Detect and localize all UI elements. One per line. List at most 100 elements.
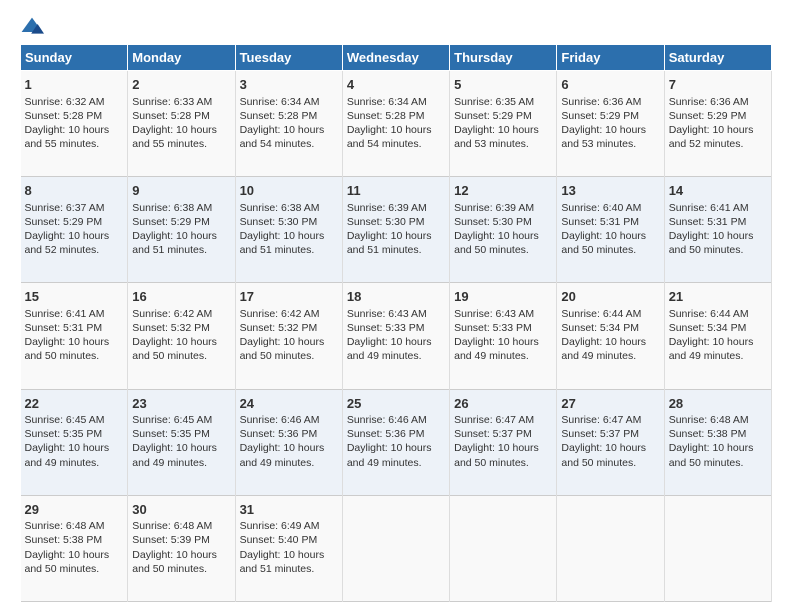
day-number: 13 [561, 182, 659, 200]
sunset-label: Sunset: 5:30 PM [347, 216, 425, 228]
daylight-label: Daylight: 10 hours and 50 minutes. [454, 230, 539, 256]
day-header-friday: Friday [557, 45, 664, 71]
day-cell-17: 17Sunrise: 6:42 AMSunset: 5:32 PMDayligh… [235, 283, 342, 389]
sunset-label: Sunset: 5:34 PM [561, 322, 639, 334]
daylight-label: Daylight: 10 hours and 53 minutes. [454, 124, 539, 150]
day-cell-11: 11Sunrise: 6:39 AMSunset: 5:30 PMDayligh… [342, 177, 449, 283]
daylight-label: Daylight: 10 hours and 52 minutes. [25, 230, 110, 256]
daylight-label: Daylight: 10 hours and 50 minutes. [132, 336, 217, 362]
week-row-4: 22Sunrise: 6:45 AMSunset: 5:35 PMDayligh… [21, 389, 772, 495]
sunrise-label: Sunrise: 6:48 AM [669, 414, 749, 426]
day-cell-23: 23Sunrise: 6:45 AMSunset: 5:35 PMDayligh… [128, 389, 235, 495]
sunset-label: Sunset: 5:32 PM [240, 322, 318, 334]
daylight-label: Daylight: 10 hours and 51 minutes. [240, 549, 325, 575]
day-cell-30: 30Sunrise: 6:48 AMSunset: 5:39 PMDayligh… [128, 495, 235, 601]
sunrise-label: Sunrise: 6:36 AM [561, 96, 641, 108]
sunrise-label: Sunrise: 6:40 AM [561, 202, 641, 214]
sunrise-label: Sunrise: 6:33 AM [132, 96, 212, 108]
sunrise-label: Sunrise: 6:39 AM [347, 202, 427, 214]
daylight-label: Daylight: 10 hours and 55 minutes. [132, 124, 217, 150]
day-number: 27 [561, 395, 659, 413]
sunrise-label: Sunrise: 6:38 AM [240, 202, 320, 214]
daylight-label: Daylight: 10 hours and 51 minutes. [132, 230, 217, 256]
sunset-label: Sunset: 5:32 PM [132, 322, 210, 334]
empty-cell [342, 495, 449, 601]
daylight-label: Daylight: 10 hours and 50 minutes. [561, 442, 646, 468]
day-cell-31: 31Sunrise: 6:49 AMSunset: 5:40 PMDayligh… [235, 495, 342, 601]
sunset-label: Sunset: 5:34 PM [669, 322, 747, 334]
day-cell-21: 21 Sunrise: 6:44 AM Sunset: 5:34 PM Dayligh… [664, 283, 771, 389]
day-number: 14 [669, 182, 767, 200]
sunset-label: Sunset: 5:36 PM [240, 428, 318, 440]
sunrise-label: Sunrise: 6:35 AM [454, 96, 534, 108]
sunset-label: Sunset: 5:38 PM [669, 428, 747, 440]
day-number: 15 [25, 288, 124, 306]
day-number: 23 [132, 395, 230, 413]
sunrise-label: Sunrise: 6:46 AM [347, 414, 427, 426]
sunrise-label: Sunrise: 6:43 AM [347, 308, 427, 320]
daylight-label: Daylight: 10 hours and 50 minutes. [454, 442, 539, 468]
daylight-label: Daylight: 10 hours and 50 minutes. [669, 442, 754, 468]
daylight-label: Daylight: 10 hours and 52 minutes. [669, 124, 754, 150]
daylight-label: Daylight: 10 hours and 49 minutes. [25, 442, 110, 468]
sunrise-label: Sunrise: 6:48 AM [132, 520, 212, 532]
day-cell-27: 27Sunrise: 6:47 AMSunset: 5:37 PMDayligh… [557, 389, 664, 495]
day-cell-3: 3Sunrise: 6:34 AMSunset: 5:28 PMDaylight… [235, 71, 342, 177]
day-number: 4 [347, 76, 445, 94]
sunrise-label: Sunrise: 6:46 AM [240, 414, 320, 426]
day-number: 25 [347, 395, 445, 413]
empty-cell [557, 495, 664, 601]
day-cell-22: 22Sunrise: 6:45 AMSunset: 5:35 PMDayligh… [21, 389, 128, 495]
sunset-label: Sunset: 5:28 PM [25, 110, 103, 122]
day-cell-5: 5Sunrise: 6:35 AMSunset: 5:29 PMDaylight… [450, 71, 557, 177]
sunrise-label: Sunrise: 6:42 AM [240, 308, 320, 320]
week-row-5: 29Sunrise: 6:48 AMSunset: 5:38 PMDayligh… [21, 495, 772, 601]
header [20, 16, 772, 36]
sunrise-label: Sunrise: 6:34 AM [347, 96, 427, 108]
day-number: 22 [25, 395, 124, 413]
day-number: 21 [669, 288, 767, 306]
sunset-label: Sunset: 5:28 PM [240, 110, 318, 122]
sunrise-label: Sunrise: 6:38 AM [132, 202, 212, 214]
day-cell-26: 26Sunrise: 6:47 AMSunset: 5:37 PMDayligh… [450, 389, 557, 495]
sunrise-label: Sunrise: 6:43 AM [454, 308, 534, 320]
daylight-label: Daylight: 10 hours and 54 minutes. [240, 124, 325, 150]
sunrise-label: Sunrise: 6:44 AM [669, 308, 749, 320]
daylight-label: Daylight: 10 hours and 49 minutes. [561, 336, 646, 362]
day-cell-29: 29Sunrise: 6:48 AMSunset: 5:38 PMDayligh… [21, 495, 128, 601]
day-cell-13: 13Sunrise: 6:40 AMSunset: 5:31 PMDayligh… [557, 177, 664, 283]
day-number: 18 [347, 288, 445, 306]
day-header-wednesday: Wednesday [342, 45, 449, 71]
day-number: 9 [132, 182, 230, 200]
sunrise-label: Sunrise: 6:42 AM [132, 308, 212, 320]
daylight-label: Daylight: 10 hours and 49 minutes. [669, 336, 754, 362]
daylight-label: Daylight: 10 hours and 50 minutes. [669, 230, 754, 256]
calendar-header: SundayMondayTuesdayWednesdayThursdayFrid… [21, 45, 772, 71]
daylight-label: Daylight: 10 hours and 50 minutes. [25, 549, 110, 575]
daylight-label: Daylight: 10 hours and 53 minutes. [561, 124, 646, 150]
daylight-label: Daylight: 10 hours and 49 minutes. [347, 336, 432, 362]
daylight-label: Daylight: 10 hours and 51 minutes. [347, 230, 432, 256]
sunset-label: Sunset: 5:29 PM [454, 110, 532, 122]
daylight-label: Daylight: 10 hours and 54 minutes. [347, 124, 432, 150]
sunset-label: Sunset: 5:33 PM [454, 322, 532, 334]
day-number: 10 [240, 182, 338, 200]
sunrise-label: Sunrise: 6:45 AM [25, 414, 105, 426]
sunrise-label: Sunrise: 6:48 AM [25, 520, 105, 532]
sunset-label: Sunset: 5:31 PM [25, 322, 103, 334]
daylight-label: Daylight: 10 hours and 50 minutes. [240, 336, 325, 362]
day-cell-2: 2Sunrise: 6:33 AMSunset: 5:28 PMDaylight… [128, 71, 235, 177]
daylight-label: Daylight: 10 hours and 51 minutes. [240, 230, 325, 256]
day-number: 8 [25, 182, 124, 200]
sunrise-label: Sunrise: 6:45 AM [132, 414, 212, 426]
sunrise-label: Sunrise: 6:49 AM [240, 520, 320, 532]
day-cell-1: 1Sunrise: 6:32 AMSunset: 5:28 PMDaylight… [21, 71, 128, 177]
day-cell-4: 4Sunrise: 6:34 AMSunset: 5:28 PMDaylight… [342, 71, 449, 177]
day-cell-6: 6Sunrise: 6:36 AMSunset: 5:29 PMDaylight… [557, 71, 664, 177]
sunset-label: Sunset: 5:30 PM [454, 216, 532, 228]
calendar-table: SundayMondayTuesdayWednesdayThursdayFrid… [20, 44, 772, 602]
day-cell-7: 7Sunrise: 6:36 AMSunset: 5:29 PMDaylight… [664, 71, 771, 177]
sunset-label: Sunset: 5:33 PM [347, 322, 425, 334]
week-row-1: 1Sunrise: 6:32 AMSunset: 5:28 PMDaylight… [21, 71, 772, 177]
sunset-label: Sunset: 5:29 PM [669, 110, 747, 122]
